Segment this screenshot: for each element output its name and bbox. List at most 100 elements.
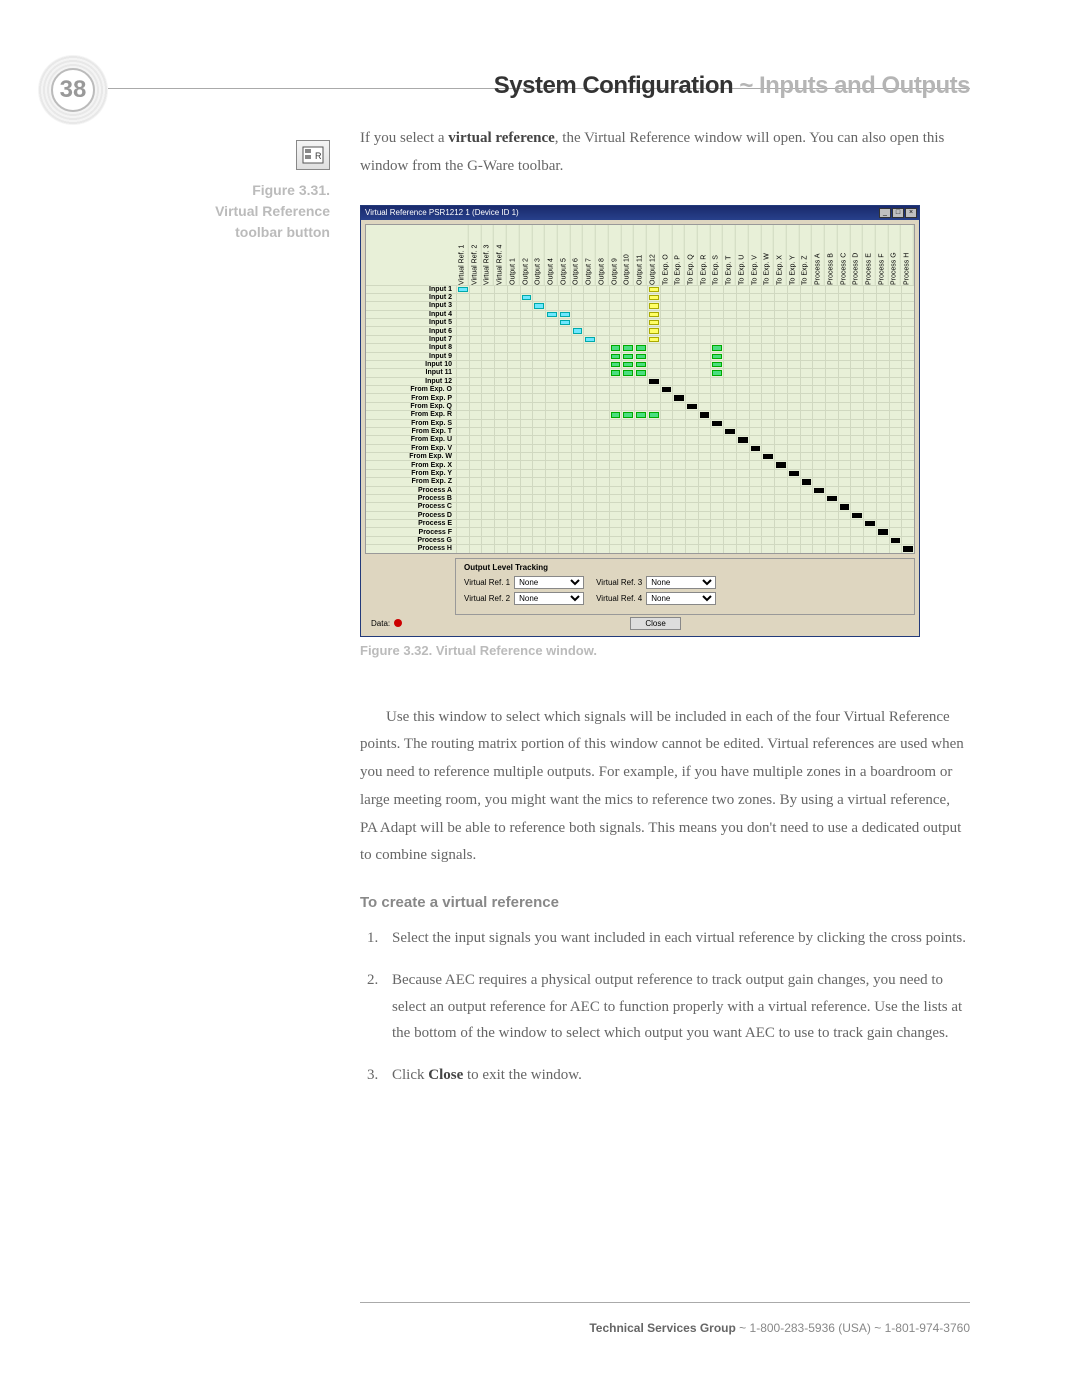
matrix-cell[interactable]: [901, 310, 914, 318]
matrix-cell[interactable]: [596, 352, 609, 360]
matrix-cell[interactable]: [583, 419, 596, 427]
matrix-cell[interactable]: [507, 377, 520, 385]
matrix-cell[interactable]: [685, 435, 698, 443]
matrix-cell[interactable]: [532, 452, 545, 460]
matrix-cell[interactable]: [647, 544, 660, 552]
matrix-cell[interactable]: [609, 393, 622, 401]
matrix-cell[interactable]: [863, 435, 876, 443]
matrix-cell[interactable]: [520, 527, 533, 535]
matrix-cell[interactable]: [749, 301, 762, 309]
matrix-cell[interactable]: [761, 502, 774, 510]
matrix-cell[interactable]: [545, 544, 558, 552]
matrix-cell[interactable]: [876, 410, 889, 418]
matrix-cell[interactable]: [838, 460, 851, 468]
matrix-cell[interactable]: [647, 452, 660, 460]
matrix-cell[interactable]: [774, 360, 787, 368]
matrix-cell[interactable]: [545, 460, 558, 468]
matrix-cell[interactable]: [863, 544, 876, 552]
matrix-cell[interactable]: [736, 527, 749, 535]
matrix-cell[interactable]: [876, 335, 889, 343]
matrix-cell[interactable]: [558, 377, 571, 385]
matrix-cell[interactable]: [889, 519, 902, 527]
matrix-cell[interactable]: [647, 460, 660, 468]
matrix-cell[interactable]: [609, 343, 622, 351]
matrix-cell[interactable]: [571, 352, 584, 360]
matrix-cell[interactable]: [901, 494, 914, 502]
matrix-cell[interactable]: [558, 494, 571, 502]
matrix-cell[interactable]: [558, 393, 571, 401]
matrix-cell[interactable]: [761, 544, 774, 552]
matrix-cell[interactable]: [571, 410, 584, 418]
matrix-cell[interactable]: [494, 402, 507, 410]
matrix-cell[interactable]: [761, 452, 774, 460]
tracking-select-3[interactable]: None: [646, 576, 716, 589]
matrix-cell[interactable]: [494, 460, 507, 468]
matrix-cell[interactable]: [876, 427, 889, 435]
matrix-cell[interactable]: [621, 293, 634, 301]
matrix-cell[interactable]: [583, 435, 596, 443]
matrix-cell[interactable]: [660, 536, 673, 544]
matrix-cell[interactable]: [901, 469, 914, 477]
matrix-cell[interactable]: [469, 544, 482, 552]
matrix-cell[interactable]: [698, 427, 711, 435]
matrix-cell[interactable]: [901, 427, 914, 435]
matrix-cell[interactable]: [558, 410, 571, 418]
matrix-cell[interactable]: [583, 318, 596, 326]
matrix-cell[interactable]: [647, 427, 660, 435]
matrix-cell[interactable]: [812, 352, 825, 360]
matrix-cell[interactable]: [660, 519, 673, 527]
matrix-cell[interactable]: [558, 519, 571, 527]
matrix-cell[interactable]: [507, 435, 520, 443]
matrix-cell[interactable]: [850, 511, 863, 519]
matrix-cell[interactable]: [761, 368, 774, 376]
matrix-cell[interactable]: [520, 419, 533, 427]
matrix-cell[interactable]: [507, 285, 520, 293]
matrix-cell[interactable]: [800, 335, 813, 343]
matrix-cell[interactable]: [710, 410, 723, 418]
matrix-cell[interactable]: [621, 477, 634, 485]
matrix-cell[interactable]: [558, 335, 571, 343]
matrix-cell[interactable]: [469, 402, 482, 410]
matrix-cell[interactable]: [520, 285, 533, 293]
matrix-cell[interactable]: [812, 544, 825, 552]
matrix-cell[interactable]: [698, 486, 711, 494]
matrix-cell[interactable]: [736, 318, 749, 326]
matrix-cell[interactable]: [710, 402, 723, 410]
matrix-cell[interactable]: [812, 427, 825, 435]
matrix-cell[interactable]: [800, 318, 813, 326]
matrix-cell[interactable]: [621, 285, 634, 293]
matrix-cell[interactable]: [456, 486, 469, 494]
matrix-cell[interactable]: [863, 393, 876, 401]
matrix-cell[interactable]: [876, 285, 889, 293]
matrix-cell[interactable]: [672, 427, 685, 435]
matrix-cell[interactable]: [876, 519, 889, 527]
matrix-cell[interactable]: [583, 477, 596, 485]
matrix-cell[interactable]: [698, 352, 711, 360]
matrix-cell[interactable]: [812, 318, 825, 326]
matrix-cell[interactable]: [876, 444, 889, 452]
matrix-cell[interactable]: [660, 326, 673, 334]
matrix-cell[interactable]: [609, 410, 622, 418]
matrix-cell[interactable]: [469, 536, 482, 544]
matrix-cell[interactable]: [698, 410, 711, 418]
matrix-cell[interactable]: [520, 519, 533, 527]
matrix-cell[interactable]: [520, 511, 533, 519]
matrix-cell[interactable]: [800, 285, 813, 293]
matrix-cell[interactable]: [494, 293, 507, 301]
matrix-cell[interactable]: [812, 444, 825, 452]
matrix-cell[interactable]: [494, 502, 507, 510]
matrix-cell[interactable]: [800, 393, 813, 401]
matrix-cell[interactable]: [571, 368, 584, 376]
matrix-cell[interactable]: [710, 427, 723, 435]
matrix-cell[interactable]: [672, 377, 685, 385]
matrix-cell[interactable]: [889, 502, 902, 510]
matrix-cell[interactable]: [571, 285, 584, 293]
matrix-cell[interactable]: [901, 385, 914, 393]
matrix-cell[interactable]: [850, 326, 863, 334]
matrix-cell[interactable]: [634, 419, 647, 427]
matrix-cell[interactable]: [634, 393, 647, 401]
matrix-cell[interactable]: [723, 368, 736, 376]
matrix-cell[interactable]: [660, 293, 673, 301]
matrix-cell[interactable]: [685, 460, 698, 468]
matrix-cell[interactable]: [698, 360, 711, 368]
